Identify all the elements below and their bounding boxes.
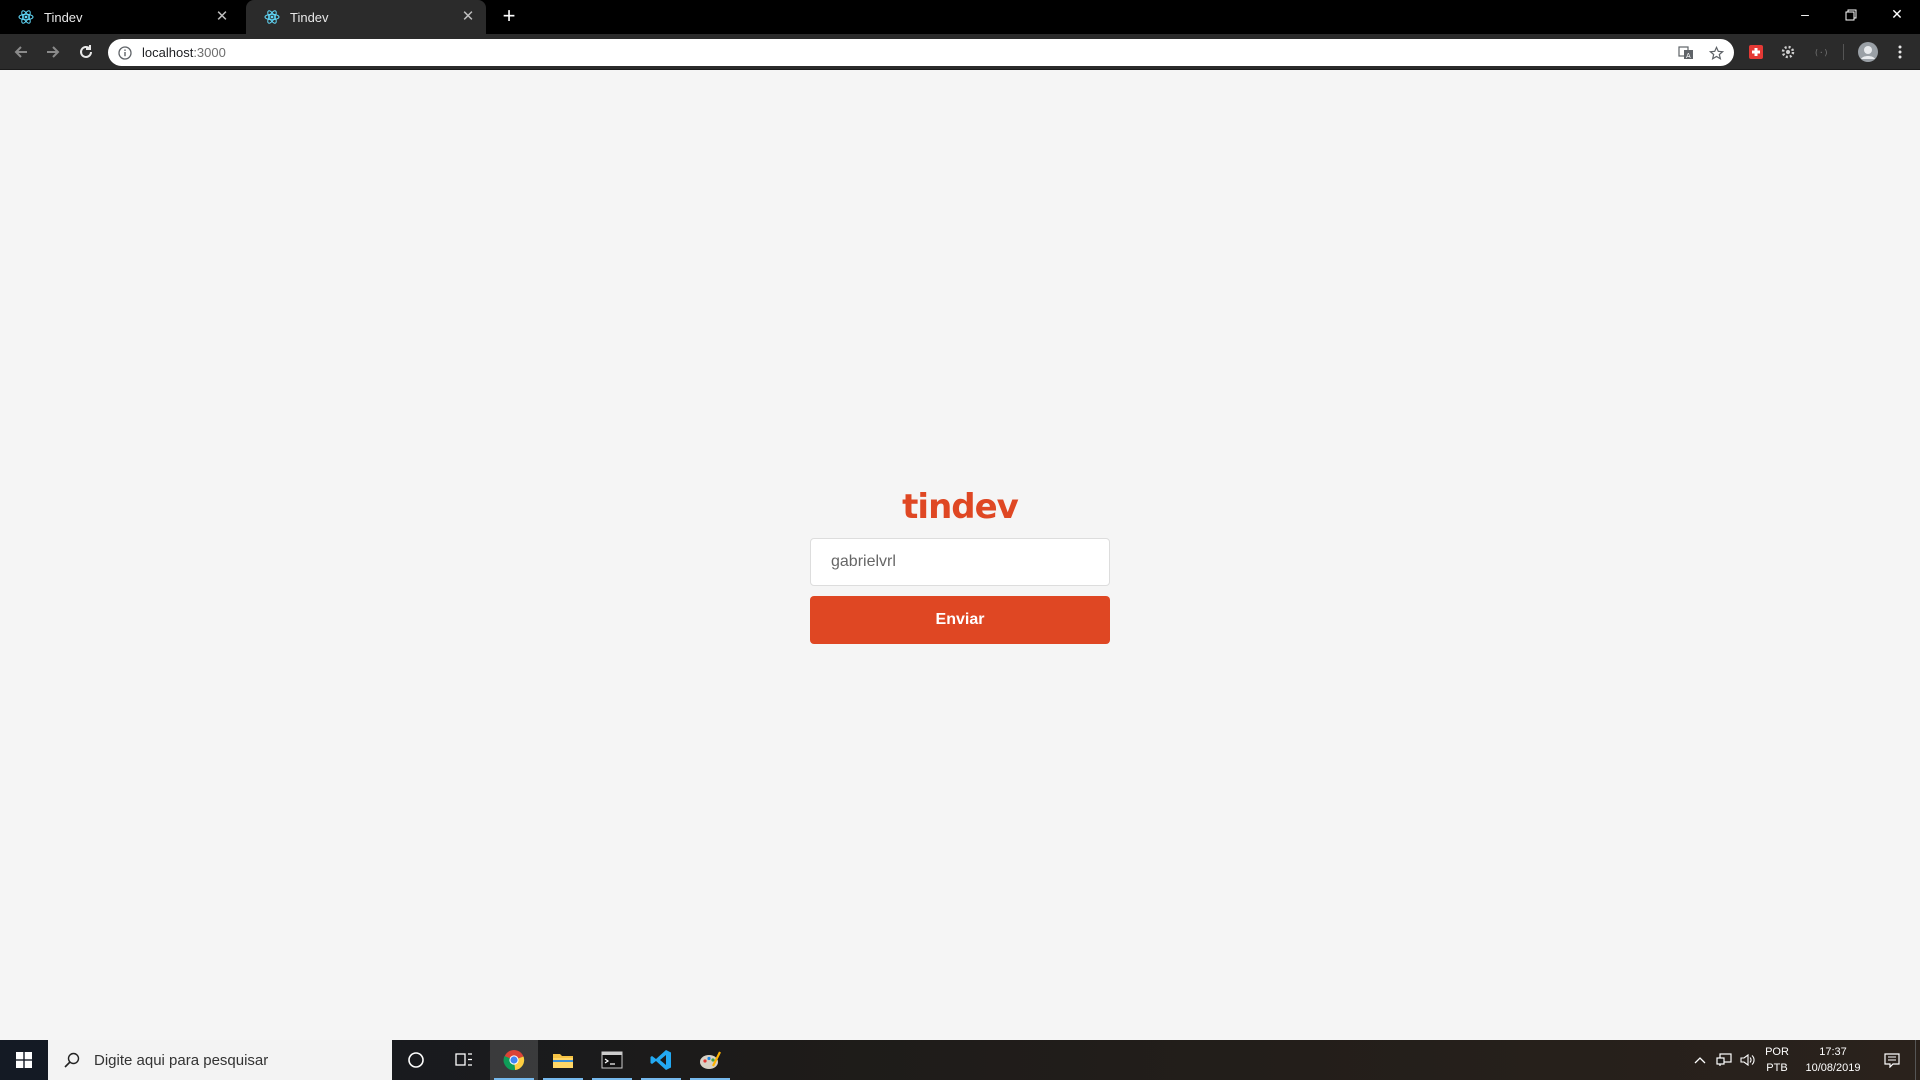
terminal-icon[interactable] [588, 1040, 636, 1080]
info-icon[interactable] [118, 45, 132, 60]
clock[interactable]: 17:37 10/08/2019 [1796, 1040, 1870, 1080]
reload-icon[interactable] [74, 40, 98, 64]
search-placeholder: Digite aqui para pesquisar [94, 1051, 269, 1069]
browser-tab-1[interactable]: Tindev ✕ [0, 0, 240, 34]
submit-button[interactable]: Enviar [810, 596, 1110, 644]
page-content: tindev Enviar [0, 70, 1920, 1040]
minimize-icon[interactable]: – [1782, 0, 1828, 30]
close-icon[interactable]: ✕ [460, 9, 476, 25]
taskbar-search-box[interactable]: Digite aqui para pesquisar [48, 1040, 392, 1080]
react-favicon-icon [264, 9, 280, 25]
forward-icon[interactable] [41, 40, 65, 64]
chevron-up-icon[interactable] [1688, 1040, 1712, 1080]
lang-top: POR [1765, 1046, 1789, 1058]
url-host: localhost [142, 45, 194, 60]
task-view-icon[interactable] [440, 1040, 488, 1080]
browser-toolbar: localhost:3000 A (·) [0, 34, 1920, 70]
file-explorer-icon[interactable] [539, 1040, 587, 1080]
window-close-icon[interactable]: ✕ [1874, 0, 1920, 30]
windows-taskbar: Digite aqui para pesquisar POR PTB 17:37 1… [0, 1040, 1920, 1080]
clock-date: 10/08/2019 [1805, 1062, 1861, 1074]
windows-start-icon[interactable] [0, 1040, 48, 1080]
extension-icon[interactable] [1746, 42, 1766, 62]
show-desktop-button[interactable] [1915, 1040, 1920, 1080]
close-icon[interactable]: ✕ [214, 9, 230, 25]
notification-icon[interactable] [1872, 1040, 1912, 1080]
tab-title: Tindev [44, 9, 83, 25]
toolbar-separator [1843, 44, 1844, 60]
clock-time: 17:37 [1819, 1046, 1847, 1058]
restore-icon[interactable] [1828, 0, 1874, 30]
volume-icon[interactable] [1736, 1040, 1760, 1080]
paint-icon[interactable] [686, 1040, 734, 1080]
logo-text: tindev [902, 487, 1019, 527]
username-input[interactable] [810, 538, 1110, 586]
cortana-icon[interactable] [392, 1040, 440, 1080]
lang-bottom: PTB [1766, 1062, 1788, 1074]
chrome-icon[interactable] [490, 1040, 538, 1080]
extension-icon[interactable] [1778, 42, 1798, 62]
login-form: tindev Enviar [810, 476, 1110, 644]
back-icon[interactable] [9, 40, 33, 64]
translate-icon[interactable]: A [1676, 44, 1696, 62]
input-language[interactable]: POR PTB [1762, 1040, 1792, 1080]
browser-tab-strip: Tindev ✕ Tindev ✕ + – ✕ [0, 0, 1920, 34]
react-favicon-icon [18, 9, 34, 25]
url-port: :3000 [193, 45, 226, 60]
search-icon [62, 1050, 82, 1070]
menu-dots-icon[interactable] [1890, 42, 1910, 62]
tab-title: Tindev [290, 9, 329, 25]
tindev-logo: tindev [810, 476, 1110, 524]
extension-icon[interactable]: (·) [1810, 42, 1830, 62]
star-icon[interactable] [1706, 44, 1726, 62]
profile-avatar-icon[interactable] [1856, 40, 1880, 64]
url-text[interactable]: localhost:3000 [142, 45, 226, 60]
svg-text:(·): (·) [1814, 48, 1828, 57]
address-bar[interactable]: localhost:3000 A [108, 39, 1734, 66]
plus-icon[interactable]: + [498, 5, 520, 28]
browser-tab-2[interactable]: Tindev ✕ [246, 0, 486, 34]
network-icon[interactable] [1712, 1040, 1736, 1080]
vscode-icon[interactable] [637, 1040, 685, 1080]
svg-text:A: A [1686, 53, 1691, 60]
